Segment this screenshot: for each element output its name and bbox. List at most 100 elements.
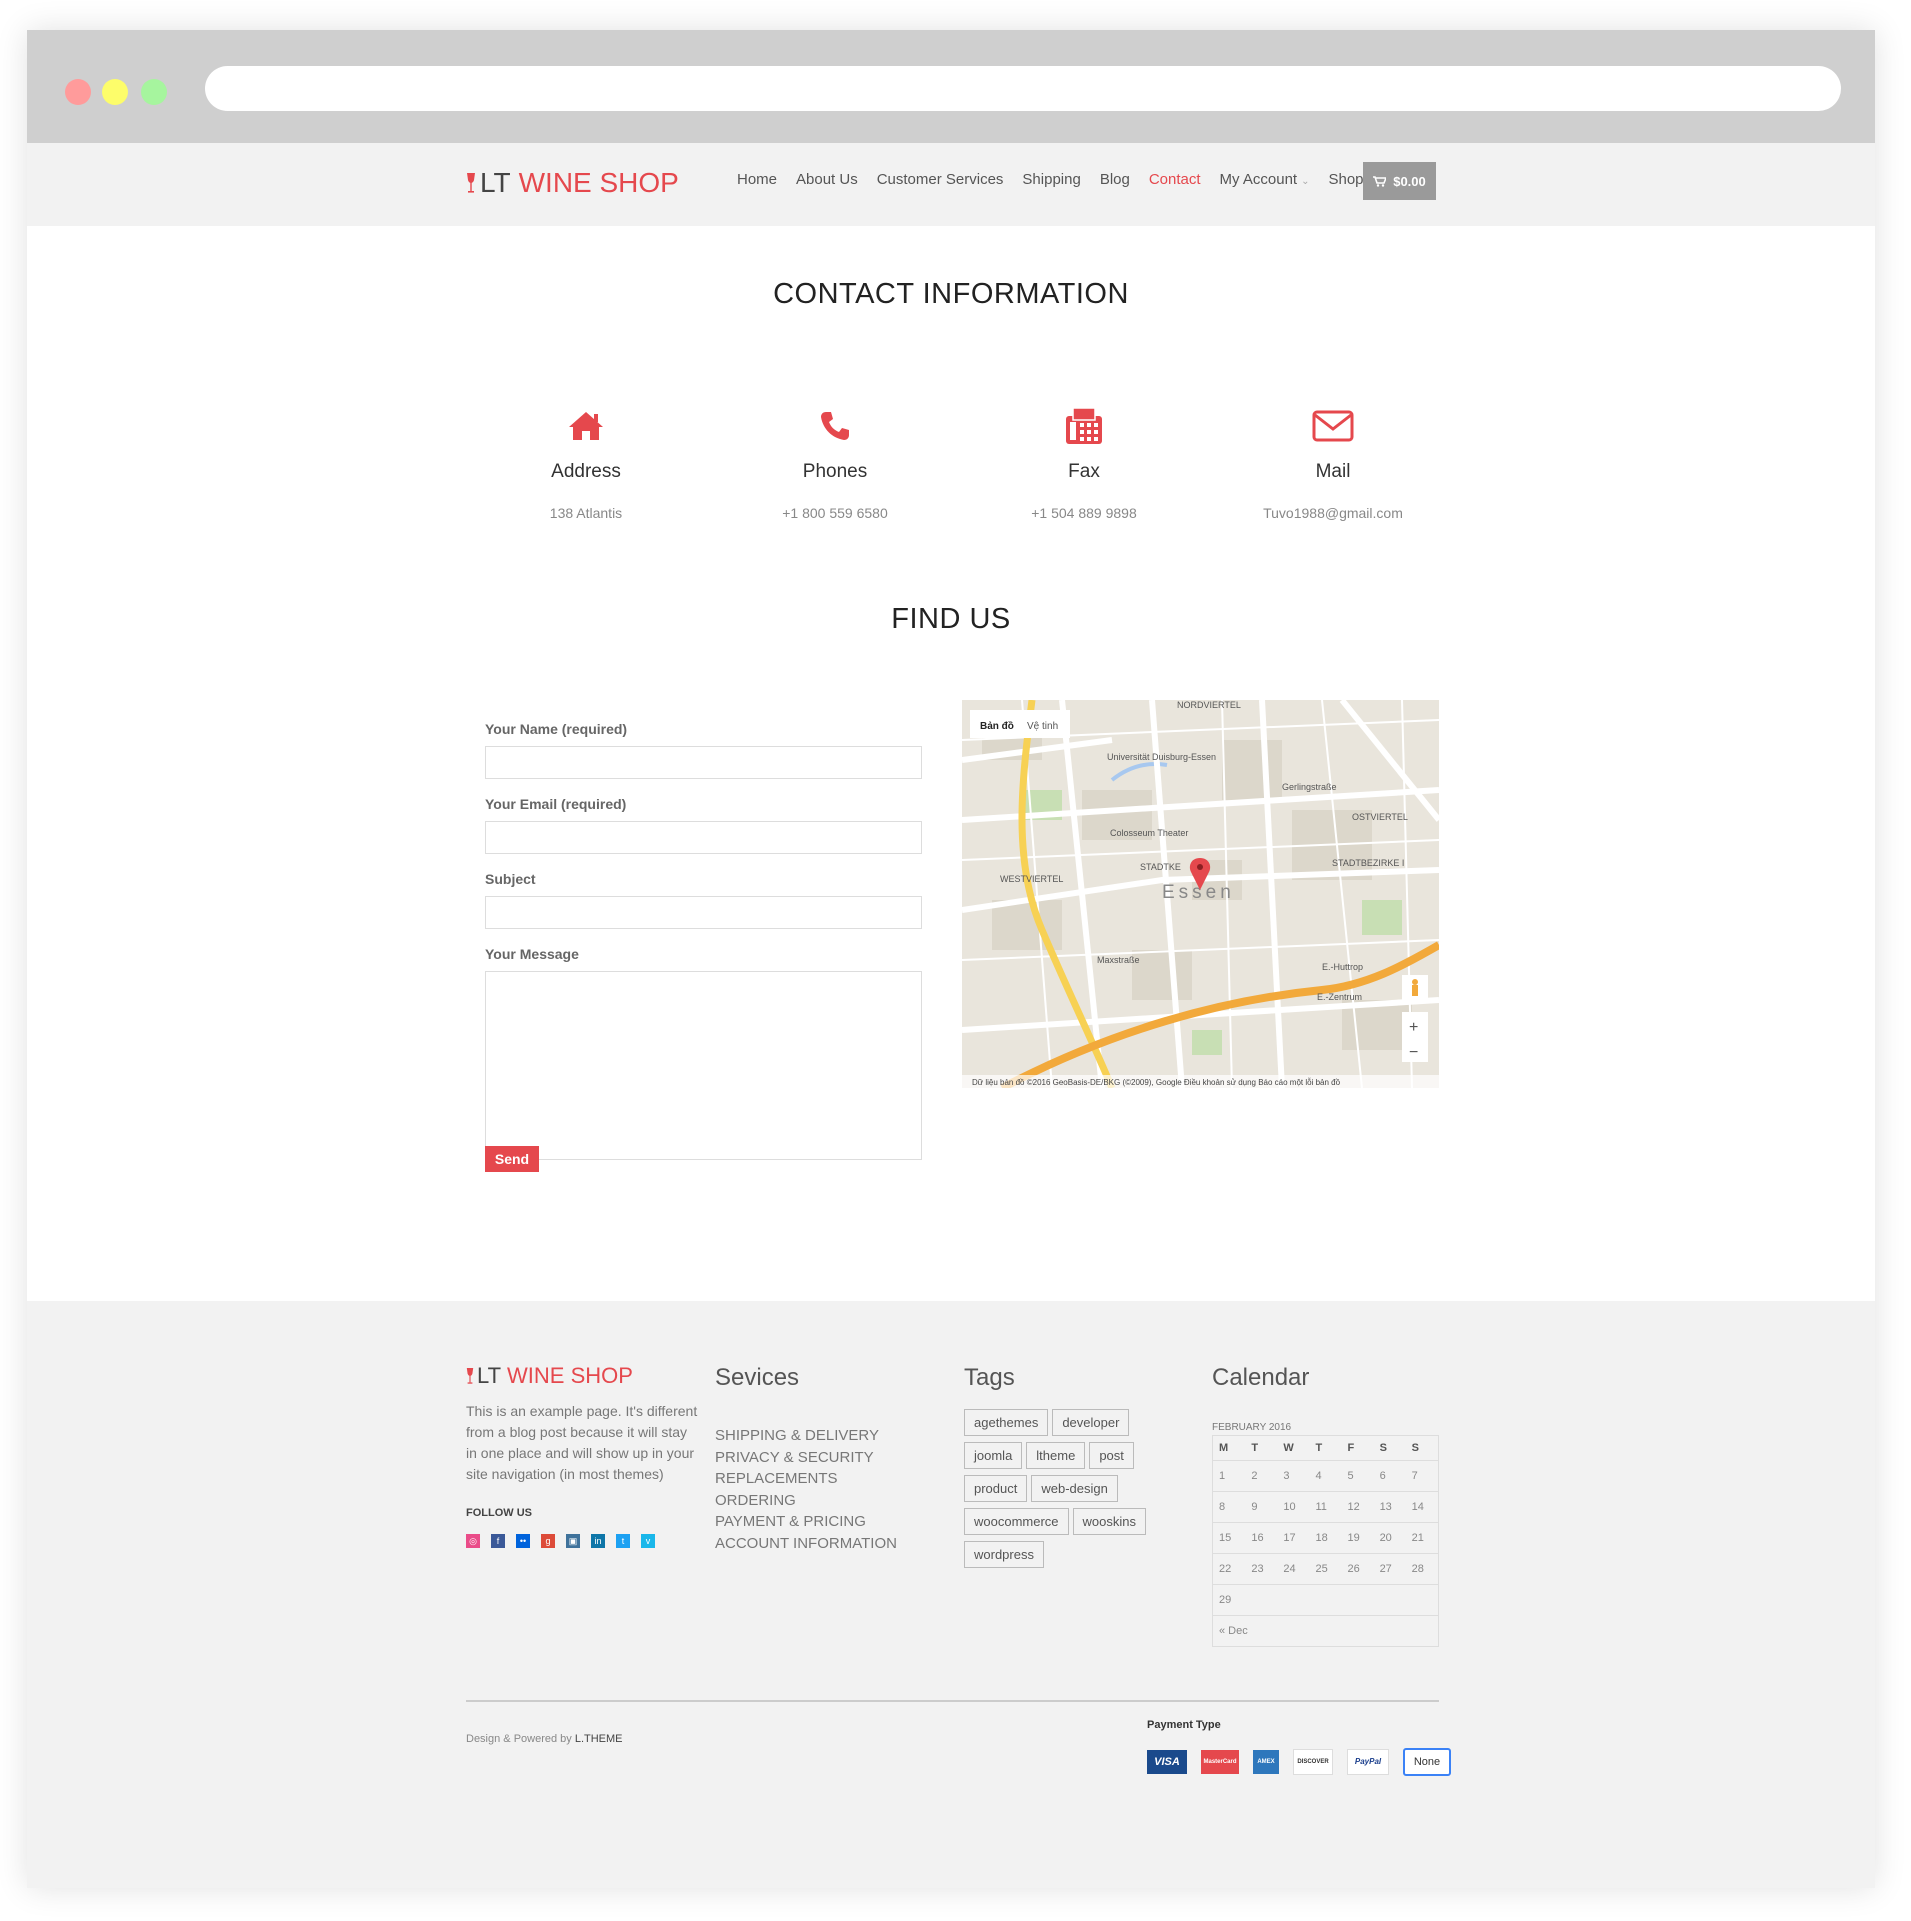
dribbble-icon[interactable]: ◎ xyxy=(466,1534,480,1548)
calendar-day xyxy=(1405,1584,1439,1616)
fax-icon xyxy=(1066,407,1102,444)
payment-none-option[interactable]: None xyxy=(1403,1748,1451,1776)
site-logo[interactable]: LT WINE SHOP xyxy=(466,167,679,199)
services-link[interactable]: ORDERING xyxy=(715,1490,897,1512)
site-footer: LT WINE SHOP This is an example page. It… xyxy=(27,1301,1875,1888)
map-canvas[interactable]: NORDVIERTEL Universität Duisburg-Essen G… xyxy=(962,700,1439,1088)
map-tab-satellite[interactable]: Vệ tinh xyxy=(1027,721,1058,732)
calendar-caption: FEBRUARY 2016 xyxy=(1212,1422,1292,1433)
zoom-in-button[interactable]: + xyxy=(1409,1019,1418,1036)
services-link[interactable]: REPLACEMENTS xyxy=(715,1468,897,1490)
tag-link[interactable]: post xyxy=(1089,1442,1134,1469)
cart-icon xyxy=(1373,175,1387,187)
browser-chrome xyxy=(27,30,1875,143)
calendar-day: 6 xyxy=(1373,1460,1406,1492)
tag-link[interactable]: wordpress xyxy=(964,1541,1044,1568)
maximize-window-dot[interactable] xyxy=(141,79,167,105)
services-link[interactable]: PRIVACY & SECURITY xyxy=(715,1447,897,1469)
calendar-day: 13 xyxy=(1373,1491,1406,1523)
map-label-zentrum: E.-Zentrum xyxy=(1317,992,1362,1002)
services-link[interactable]: SHIPPING & DELIVERY xyxy=(715,1425,897,1447)
tag-link[interactable]: web-design xyxy=(1031,1475,1118,1502)
name-input[interactable] xyxy=(485,746,922,779)
google-map[interactable]: NORDVIERTEL Universität Duisburg-Essen G… xyxy=(962,700,1439,1088)
send-button[interactable]: Send xyxy=(485,1146,539,1172)
instagram-icon[interactable]: ▣ xyxy=(566,1534,580,1548)
calendar-day: 2 xyxy=(1245,1460,1278,1492)
calendar-day-header: T xyxy=(1309,1435,1342,1461)
map-label-colosseum: Colosseum Theater xyxy=(1110,828,1188,838)
credit-brand-link[interactable]: L.THEME xyxy=(575,1733,623,1745)
close-window-dot[interactable] xyxy=(65,79,91,105)
map-label-huttrop: E.-Huttrop xyxy=(1322,962,1363,972)
minimize-window-dot[interactable] xyxy=(102,79,128,105)
subject-input[interactable] xyxy=(485,896,922,929)
twitter-icon[interactable]: t xyxy=(616,1534,630,1548)
nav-shipping[interactable]: Shipping xyxy=(1022,171,1080,188)
mastercard-icon: MasterCard xyxy=(1201,1750,1239,1774)
services-link[interactable]: ACCOUNT INFORMATION xyxy=(715,1533,897,1555)
facebook-icon[interactable]: f xyxy=(491,1534,505,1548)
calendar-day-header: M xyxy=(1212,1435,1246,1461)
footer-logo-name: WINE SHOP xyxy=(507,1363,633,1388)
flickr-icon[interactable]: •• xyxy=(516,1534,530,1548)
logo-prefix: LT xyxy=(480,167,511,198)
address-bar[interactable] xyxy=(205,66,1841,111)
mail-icon xyxy=(1312,410,1354,442)
tag-link[interactable]: product xyxy=(964,1475,1028,1502)
nav-customer-services[interactable]: Customer Services xyxy=(877,171,1004,188)
footer-about-text: This is an example page. It's different … xyxy=(466,1403,698,1482)
google-plus-icon[interactable]: g xyxy=(541,1534,555,1548)
email-input[interactable] xyxy=(485,821,922,854)
nav-my-account[interactable]: My Account ⌄ xyxy=(1220,171,1310,188)
follow-us-label: FOLLOW US xyxy=(466,1507,532,1519)
logo-name: WINE SHOP xyxy=(518,167,679,198)
nav-home[interactable]: Home xyxy=(737,171,777,188)
mail-value: Tuvo1988@gmail.com xyxy=(1263,505,1403,521)
message-textarea[interactable] xyxy=(485,971,922,1160)
nav-contact[interactable]: Contact xyxy=(1149,171,1201,188)
discover-icon: DISCOVER xyxy=(1293,1749,1333,1775)
calendar-day: 16 xyxy=(1245,1522,1278,1554)
footer-divider xyxy=(466,1700,1439,1702)
credit-prefix: Design & Powered by xyxy=(466,1733,572,1745)
nav-about-us[interactable]: About Us xyxy=(796,171,858,188)
tag-cloud: agethemes developer joomla ltheme post p… xyxy=(964,1409,1174,1574)
payment-methods: VISA MasterCard AMEX DISCOVER PayPal Non… xyxy=(1147,1748,1451,1776)
main-nav: Home About Us Customer Services Shipping… xyxy=(737,171,1395,188)
nav-blog[interactable]: Blog xyxy=(1100,171,1130,188)
cart-button[interactable]: $0.00 xyxy=(1363,162,1436,200)
mail-block: Mail Tuvo1988@gmail.com xyxy=(1213,401,1453,521)
zoom-out-button[interactable]: − xyxy=(1409,1044,1418,1061)
tag-link[interactable]: woocommerce xyxy=(964,1508,1069,1535)
nav-my-account-label: My Account xyxy=(1219,171,1298,188)
paypal-icon: PayPal xyxy=(1347,1749,1389,1775)
tag-link[interactable]: wooskins xyxy=(1072,1508,1146,1535)
map-label-westviertel: WESTVIERTEL xyxy=(1000,874,1063,884)
map-tab-map[interactable]: Bản đồ xyxy=(980,720,1014,732)
calendar-day: 21 xyxy=(1405,1522,1439,1554)
footer-logo[interactable]: LT WINE SHOP xyxy=(466,1363,633,1389)
tag-link[interactable]: ltheme xyxy=(1026,1442,1086,1469)
pegman-icon[interactable] xyxy=(1412,979,1418,996)
tag-link[interactable]: agethemes xyxy=(964,1409,1049,1436)
contact-title: CONTACT INFORMATION xyxy=(773,278,1129,310)
calendar-prev-cell: « Dec xyxy=(1213,1616,1439,1647)
linkedin-icon[interactable]: in xyxy=(591,1534,605,1548)
fax-title: Fax xyxy=(1068,461,1100,482)
main-content: CONTACT INFORMATION Address 138 Atlantis… xyxy=(27,226,1875,1301)
calendar-day: 1 xyxy=(1212,1460,1246,1492)
fax-value: +1 504 889 9898 xyxy=(1031,505,1137,521)
email-label: Your Email (required) xyxy=(485,796,627,812)
services-link[interactable]: PAYMENT & PRICING xyxy=(715,1511,897,1533)
calendar-prev-link[interactable]: « Dec xyxy=(1219,1625,1248,1637)
vine-icon[interactable]: v xyxy=(641,1534,655,1548)
map-attribution[interactable]: Dữ liệu bản đồ ©2016 GeoBasis-DE/BKG (©2… xyxy=(972,1078,1341,1087)
tag-link[interactable]: joomla xyxy=(964,1442,1023,1469)
home-icon xyxy=(569,412,603,440)
calendar-table: M T W T F S S 1234567 8 9 10 11 12 13 14 15 16 1… xyxy=(1212,1435,1439,1647)
calendar-widget: FEBRUARY 2016 M T W T F S S 1234567 8 9 10… xyxy=(1212,1422,1439,1647)
calendar-day xyxy=(1309,1584,1342,1616)
tag-link[interactable]: developer xyxy=(1052,1409,1130,1436)
calendar-title: Calendar xyxy=(1212,1364,1310,1391)
